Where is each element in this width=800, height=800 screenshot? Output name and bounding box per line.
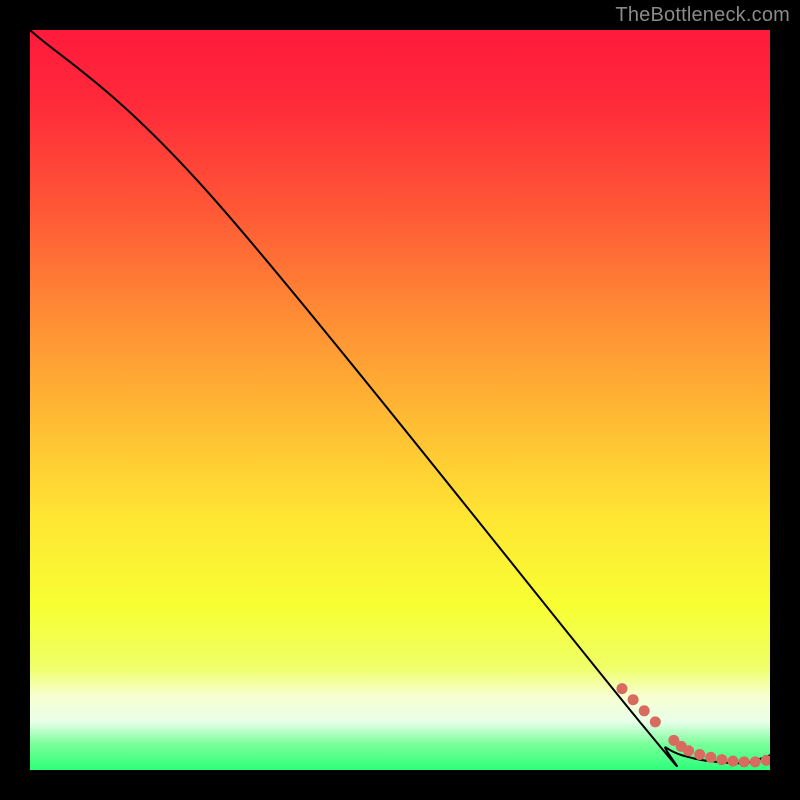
optimum-point (728, 756, 739, 767)
chart-svg (30, 30, 770, 770)
optimum-point (750, 756, 761, 767)
chart-stage: TheBottleneck.com (0, 0, 800, 800)
plot-area (30, 30, 770, 770)
optimum-point (705, 752, 716, 763)
optimum-point (628, 694, 639, 705)
optimum-point (639, 705, 650, 716)
optimum-point (716, 754, 727, 765)
optimum-point (683, 745, 694, 756)
optimum-point (739, 756, 750, 767)
optimum-point (694, 749, 705, 760)
optimum-point (650, 716, 661, 727)
watermark-text: TheBottleneck.com (615, 4, 790, 27)
optimum-point (617, 683, 628, 694)
heatmap-background (30, 30, 770, 770)
